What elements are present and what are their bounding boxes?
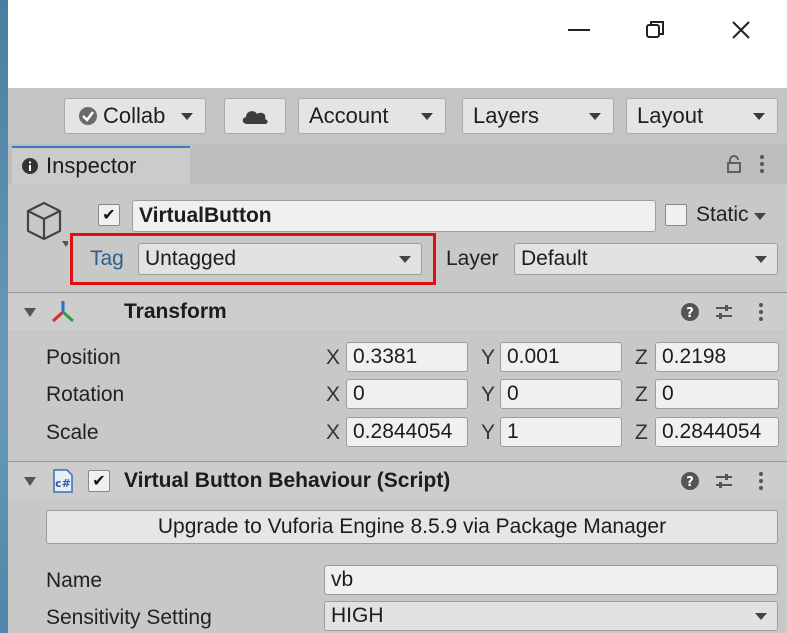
script-title: Virtual Button Behaviour (Script)	[124, 469, 451, 492]
minimize-button[interactable]	[559, 14, 599, 46]
transform-icon	[51, 301, 75, 323]
static-checkbox[interactable]	[665, 204, 687, 226]
rotation-x-input[interactable]: 0	[346, 379, 468, 409]
close-icon	[732, 21, 750, 39]
rotation-z-input[interactable]: 0	[655, 379, 779, 409]
name-input[interactable]: vb	[324, 565, 778, 595]
lock-icon	[727, 155, 741, 173]
svg-text:?: ?	[686, 306, 694, 321]
scale-y-input[interactable]: 1	[500, 417, 622, 447]
svg-text:c#: c#	[55, 477, 71, 490]
kebab-menu-icon[interactable]	[758, 471, 764, 491]
axis-y-label[interactable]: Y	[481, 421, 495, 445]
account-dropdown[interactable]: Account	[298, 98, 446, 134]
divider	[8, 461, 787, 462]
svg-text:?: ?	[686, 475, 694, 490]
layers-dropdown[interactable]: Layers	[462, 98, 614, 134]
chevron-down-icon	[754, 213, 767, 220]
position-label: Position	[46, 346, 121, 369]
window-titlebar	[8, 0, 787, 88]
position-z-input[interactable]: 0.2198	[655, 342, 779, 372]
script-file-icon: c#	[53, 469, 73, 493]
transform-header[interactable]: Transform ?	[8, 294, 787, 330]
cloud-button[interactable]	[224, 98, 286, 134]
lock-button[interactable]	[722, 150, 746, 178]
name-label: Name	[46, 569, 103, 592]
chevron-down-icon	[755, 613, 767, 620]
collab-button[interactable]: Collab	[64, 98, 206, 134]
scale-z-input[interactable]: 0.2844054	[655, 417, 779, 447]
help-icon[interactable]: ?	[680, 471, 700, 491]
layer-label: Layer	[446, 247, 499, 270]
cloud-icon	[242, 111, 268, 124]
foldout-arrow-icon	[24, 308, 36, 317]
chevron-down-icon	[181, 113, 193, 120]
kebab-menu-icon[interactable]	[758, 302, 764, 322]
tab-inspector-label: Inspector	[46, 153, 137, 178]
gameobject-icon-button[interactable]	[22, 198, 70, 250]
rotation-y-input[interactable]: 0	[500, 379, 622, 409]
account-label: Account	[309, 103, 389, 128]
chevron-down-icon	[589, 113, 601, 120]
axis-y-label[interactable]: Y	[481, 346, 495, 370]
collab-label: Collab	[103, 103, 166, 128]
maximize-button[interactable]	[635, 14, 675, 46]
help-icon[interactable]: ?	[680, 302, 700, 322]
foldout-arrow-icon	[24, 477, 36, 486]
check-circle-icon	[79, 107, 97, 125]
divider	[8, 292, 787, 293]
scale-label: Scale	[46, 421, 99, 444]
cube-icon	[26, 201, 68, 247]
static-dropdown[interactable]: Static	[696, 203, 767, 227]
static-label: Static	[696, 203, 749, 226]
position-x-input[interactable]: 0.3381	[346, 342, 468, 372]
axis-z-label[interactable]: Z	[635, 346, 648, 370]
info-icon	[22, 158, 38, 174]
axis-x-label[interactable]: X	[326, 383, 340, 407]
inspector-tabbar: Inspector	[8, 144, 787, 184]
kebab-menu-icon	[760, 155, 764, 173]
layout-label: Layout	[637, 103, 704, 128]
layer-value: Default	[521, 247, 588, 270]
chevron-down-icon	[755, 256, 767, 263]
tag-highlight-box	[70, 233, 436, 285]
desktop-background	[0, 0, 8, 633]
chevron-down-icon	[421, 113, 433, 120]
layout-dropdown[interactable]: Layout	[626, 98, 778, 134]
restore-icon	[646, 21, 664, 38]
chevron-down-icon	[753, 113, 765, 120]
position-y-input[interactable]: 0.001	[500, 342, 622, 372]
active-checkbox[interactable]: ✔	[98, 204, 120, 226]
layer-dropdown[interactable]: Default	[514, 243, 778, 275]
rotation-label: Rotation	[46, 383, 125, 406]
tab-inspector[interactable]: Inspector	[12, 146, 190, 184]
close-button[interactable]	[721, 14, 761, 46]
axis-y-label[interactable]: Y	[481, 383, 495, 407]
sensitivity-value: HIGH	[331, 604, 384, 627]
presets-icon[interactable]	[714, 471, 734, 491]
axis-x-label[interactable]: X	[326, 421, 340, 445]
minimize-icon	[568, 29, 590, 31]
axis-z-label[interactable]: Z	[635, 421, 648, 445]
tab-menu-button[interactable]	[752, 150, 772, 178]
layers-label: Layers	[473, 103, 540, 128]
transform-title: Transform	[124, 300, 227, 323]
object-name-input[interactable]: VirtualButton	[132, 200, 656, 232]
axis-z-label[interactable]: Z	[635, 383, 648, 407]
script-component-header[interactable]: c# ✔ Virtual Button Behaviour (Script) ?	[8, 463, 787, 499]
script-enabled-checkbox[interactable]: ✔	[88, 470, 110, 492]
upgrade-button[interactable]: Upgrade to Vuforia Engine 8.5.9 via Pack…	[46, 510, 778, 544]
sensitivity-dropdown[interactable]: HIGH	[324, 601, 778, 631]
axis-x-label[interactable]: X	[326, 346, 340, 370]
scale-x-input[interactable]: 0.2844054	[346, 417, 468, 447]
sensitivity-label: Sensitivity Setting	[46, 606, 212, 629]
presets-icon[interactable]	[714, 302, 734, 322]
editor-toolbar: Collab Account Layers Layout	[8, 88, 787, 144]
